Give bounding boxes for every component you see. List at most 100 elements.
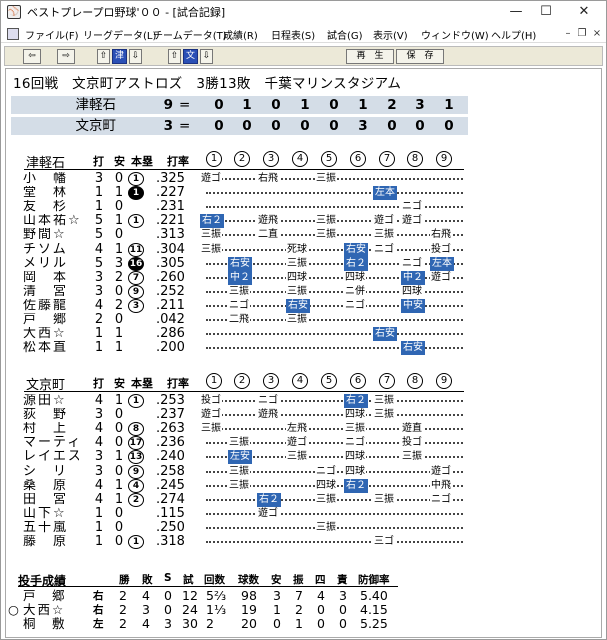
batter-row[interactable]: 戸 郷 2 0 .042 二飛 三振 [6, 312, 601, 327]
inning-header-circle: 9 [436, 373, 452, 389]
at-bat-dotted-line [206, 541, 463, 543]
batter-row[interactable]: 小 幡 3 0 1 .325 遊ゴ 右飛 三振 [6, 172, 601, 186]
batter-row[interactable]: 村 上 4 0 8 .263 三振 左飛 三振 遊直 [6, 421, 601, 437]
inning-header-circle: 4 [292, 151, 308, 167]
batter-hits: 1 [114, 185, 124, 201]
at-bat-hit: 右安 [373, 327, 397, 342]
inning-header-circle: 4 [292, 373, 308, 389]
batter-row[interactable]: メリル 5 3 16 .305 右安 三振 右２ ニゴ 左本 [6, 256, 601, 271]
at-bat-result: 三振 [344, 422, 366, 437]
batter-ab: 3 [94, 407, 104, 423]
linescore-inning: 0 [415, 118, 425, 134]
pitcher-row[interactable]: ○ 大西☆ 右 2 3 0 24 1⅓ 19 1 2 0 0 4.15 [6, 602, 601, 617]
at-bat-hit: 左本 [430, 256, 454, 271]
next-game-button[interactable]: ⇨ [57, 49, 75, 64]
pitcher-bb: 0 [317, 616, 325, 631]
batter-hits: 1 [114, 477, 124, 493]
batter-avg: .313 [156, 227, 185, 243]
batter-row[interactable]: 山本祐☆ 5 1 1.221 右２ 遊飛 三振 遊ゴ 遊ゴ [6, 214, 601, 229]
maximize-button[interactable]: ☐ [526, 1, 566, 23]
batter-row[interactable]: 五十嵐 1 0 .250 三振 [6, 520, 601, 535]
batter-row[interactable]: 松本直 1 1 .200 右安 [6, 341, 601, 356]
menu-help[interactable]: ヘルプ(H) [491, 27, 536, 42]
batter-row[interactable]: 藤 原 1 0 1 .318 三ゴ [6, 535, 601, 549]
batter-row[interactable]: マーティ☆ 40 17 .236 三振 遊ゴ ニゴ 投ゴ [6, 436, 601, 451]
batting-header: 文京町打安本塁 打率 1 2 3 4 5 6 7 8 9 [6, 373, 601, 393]
menu-game[interactable]: 試合(G) [327, 27, 363, 42]
document-icon[interactable] [7, 28, 19, 40]
col-era: 防御率 [358, 574, 390, 586]
team2-select-button[interactable]: 文 [183, 49, 198, 64]
batter-row[interactable]: 大西☆ 1 1 .286 右安 [6, 327, 601, 342]
batter-ab: 2 [94, 312, 104, 327]
batter-row[interactable]: 岡 本 3 2 7 .260 中２ 四球 四球 中２ 遊ゴ [6, 270, 601, 285]
col-hr: 本塁 [131, 155, 153, 168]
batter-row[interactable]: 荻 野 3 0 .237 遊ゴ 遊飛 四球 三振 [6, 407, 601, 423]
at-bat-hit: 右２ [344, 256, 368, 271]
pitcher-bb: 4 [317, 588, 325, 603]
at-bat-result: ニゴ [257, 394, 279, 408]
team1-select-button[interactable]: 津 [112, 49, 127, 64]
menu-league-data[interactable]: リーグデータ(L) [83, 27, 156, 42]
mdi-restore-icon[interactable]: ❐ [576, 28, 588, 39]
linescore-inning: 0 [242, 118, 252, 134]
team1-up-button[interactable]: ⇧ [97, 49, 110, 64]
inning-header-circle: 7 [379, 373, 395, 389]
toolbar: ⇦ ⇨ ⇧ 津 ⇩ ⇧ 文 ⇩ 再 生 保 存 [4, 46, 603, 66]
inning-header-circle: 3 [263, 151, 279, 167]
batter-ab: 1 [94, 505, 104, 521]
col-ab: 打 [93, 155, 104, 168]
close-button[interactable]: ✕ [564, 1, 604, 23]
menu-schedule[interactable]: 日程表(S) [271, 27, 315, 42]
col-np: 球数 [238, 574, 259, 586]
replay-button[interactable]: 再 生 [346, 49, 394, 64]
batter-row[interactable]: 堂 林 1 1 1.227 左本 [6, 185, 601, 201]
mdi-minimize-icon[interactable]: – [562, 28, 574, 39]
batter-hits: 1 [114, 241, 124, 257]
pitcher-mark: ○ [8, 602, 19, 617]
batter-name: 戸 郷 [23, 313, 69, 327]
batter-name: 大西☆ [23, 327, 67, 342]
pitcher-row[interactable]: 戸 郷右 2 4 0 12 5⅔ 98 3 7 4 3 5.40 [6, 588, 601, 603]
batter-row[interactable]: 桑 原 4 1 4 .245 三振 四球 右２ 中飛 [6, 477, 601, 493]
menu-team-data[interactable]: チームデータ(T) [153, 27, 227, 42]
team2-up-button[interactable]: ⇧ [168, 49, 181, 64]
batter-row[interactable]: レイエス☆ 31 13 .240 左安 三振 四球 三振 [6, 449, 601, 465]
at-bat-result: 三振 [315, 520, 337, 535]
team2-down-button[interactable]: ⇩ [200, 49, 213, 64]
batter-avg: .240 [156, 449, 185, 465]
save-button[interactable]: 保 存 [396, 49, 444, 64]
linescore-inning: 0 [271, 118, 281, 134]
menu-window[interactable]: ウィンドウ(W) [421, 27, 489, 42]
at-bat-dotted-line [206, 206, 463, 209]
linescore-inning: 0 [329, 97, 339, 113]
batter-row[interactable]: 佐藤龍 4 2 3 .211 ニゴ 右安 ニゴ 中安 [6, 298, 601, 313]
batter-hr-count: 1 [128, 394, 144, 408]
batter-row[interactable]: 野間☆ 5 0 .313 三振 二直 三振 三振 右飛 [6, 227, 601, 243]
at-bat-result: ニゴ [430, 492, 452, 507]
linescore-inning: 0 [214, 118, 224, 134]
linescore-inning: 1 [242, 97, 252, 113]
at-bat-result: 右飛 [257, 172, 279, 186]
batter-row[interactable]: 田 宮 4 1 2 .274 右２ 三振 三振 ニゴ [6, 492, 601, 507]
batter-avg: .252 [156, 283, 185, 299]
batter-row[interactable]: 源田☆ 4 1 1.253 投ゴ ニゴ 右２ 三振 [6, 394, 601, 408]
pitcher-so: 1 [295, 616, 303, 631]
mdi-close-icon[interactable]: × [591, 28, 603, 39]
pitcher-row[interactable]: 桐 敷左 2 4 3 30 2 20 0 1 0 0 5.25 [6, 616, 601, 631]
menu-stats[interactable]: 成績(R) [223, 27, 258, 42]
batter-name: 桑 原 [23, 478, 69, 493]
team1-down-button[interactable]: ⇩ [129, 49, 142, 64]
batter-row[interactable]: 清 宮 3 0 9 .252 三振 三振 ニ併 四球 [6, 283, 601, 299]
menu-view[interactable]: 表示(V) [373, 27, 408, 42]
batter-row[interactable]: 山下☆ 1 0 .115 遊ゴ [6, 505, 601, 521]
at-bat-hit: 中２ [401, 270, 425, 285]
batter-avg: .231 [156, 199, 185, 215]
batter-row[interactable]: 友 杉 1 0 .231 ニゴ [6, 199, 601, 215]
menu-file[interactable]: ファイル(F) [25, 27, 79, 42]
batter-row[interactable]: シ リ 3 0 9 .258 三振 ニゴ 四球 遊ゴ [6, 464, 601, 479]
batter-avg: .263 [156, 421, 185, 437]
batter-name: チソム [23, 242, 68, 257]
prev-game-button[interactable]: ⇦ [23, 49, 41, 64]
batter-row[interactable]: チソム 4 1 11.304 三振 死球 右安 ニゴ 投ゴ [6, 241, 601, 257]
